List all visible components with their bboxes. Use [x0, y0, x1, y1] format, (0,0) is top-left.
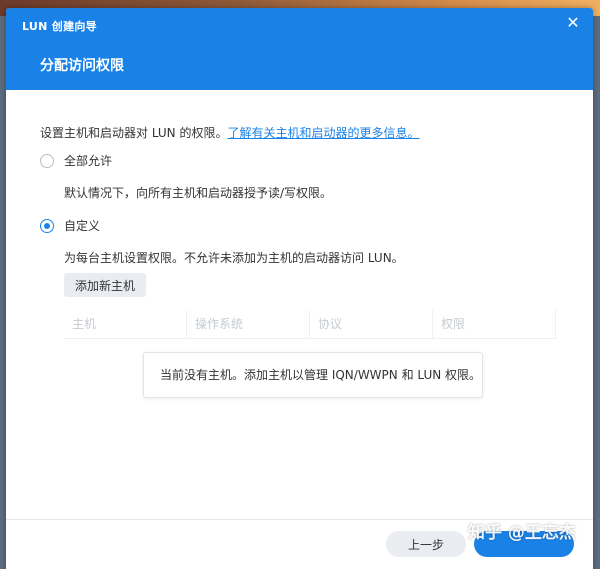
- empty-table-message: 当前没有主机。添加主机以管理 IQN/WWPN 和 LUN 权限。: [143, 352, 483, 398]
- learn-more-link[interactable]: 了解有关主机和启动器的更多信息。: [227, 126, 419, 140]
- column-protocol[interactable]: 协议: [310, 310, 433, 338]
- dialog-content: 设置主机和启动器对 LUN 的权限。了解有关主机和启动器的更多信息。 全部允许 …: [6, 90, 593, 530]
- custom-description: 为每台主机设置权限。不允许未添加为主机的启动器访问 LUN。: [64, 251, 404, 265]
- column-permission[interactable]: 权限: [433, 310, 556, 338]
- wizard-title: LUN 创建向导: [22, 20, 97, 33]
- close-icon[interactable]: ✕: [565, 15, 581, 31]
- radio-custom[interactable]: 自定义: [40, 217, 100, 234]
- intro-text: 设置主机和启动器对 LUN 的权限。了解有关主机和启动器的更多信息。: [40, 124, 420, 141]
- add-host-button[interactable]: 添加新主机: [64, 273, 146, 297]
- column-host[interactable]: 主机: [64, 310, 187, 338]
- step-title: 分配访问权限: [40, 58, 124, 74]
- column-os[interactable]: 操作系统: [187, 310, 310, 338]
- radio-custom-label: 自定义: [64, 219, 101, 233]
- radio-custom-circle[interactable]: [40, 218, 54, 233]
- host-table: 主机 操作系统 协议 权限: [64, 310, 556, 520]
- dialog-header: LUN 创建向导 ✕ 分配访问权限: [6, 8, 593, 90]
- radio-allow-all[interactable]: 全部允许: [40, 152, 112, 169]
- intro-label: 设置主机和启动器对 LUN 的权限。: [40, 126, 228, 140]
- table-header: 主机 操作系统 协议 权限: [64, 310, 556, 339]
- previous-button[interactable]: 上一步: [386, 531, 466, 557]
- watermark: 知乎 @王忘杰: [468, 523, 576, 543]
- allow-all-description: 默认情况下，向所有主机和启动器授予读/写权限。: [64, 186, 333, 200]
- radio-allow-all-circle[interactable]: [40, 153, 54, 168]
- lun-wizard-dialog: LUN 创建向导 ✕ 分配访问权限 设置主机和启动器对 LUN 的权限。了解有关…: [6, 8, 593, 569]
- radio-allow-all-label: 全部允许: [64, 154, 113, 168]
